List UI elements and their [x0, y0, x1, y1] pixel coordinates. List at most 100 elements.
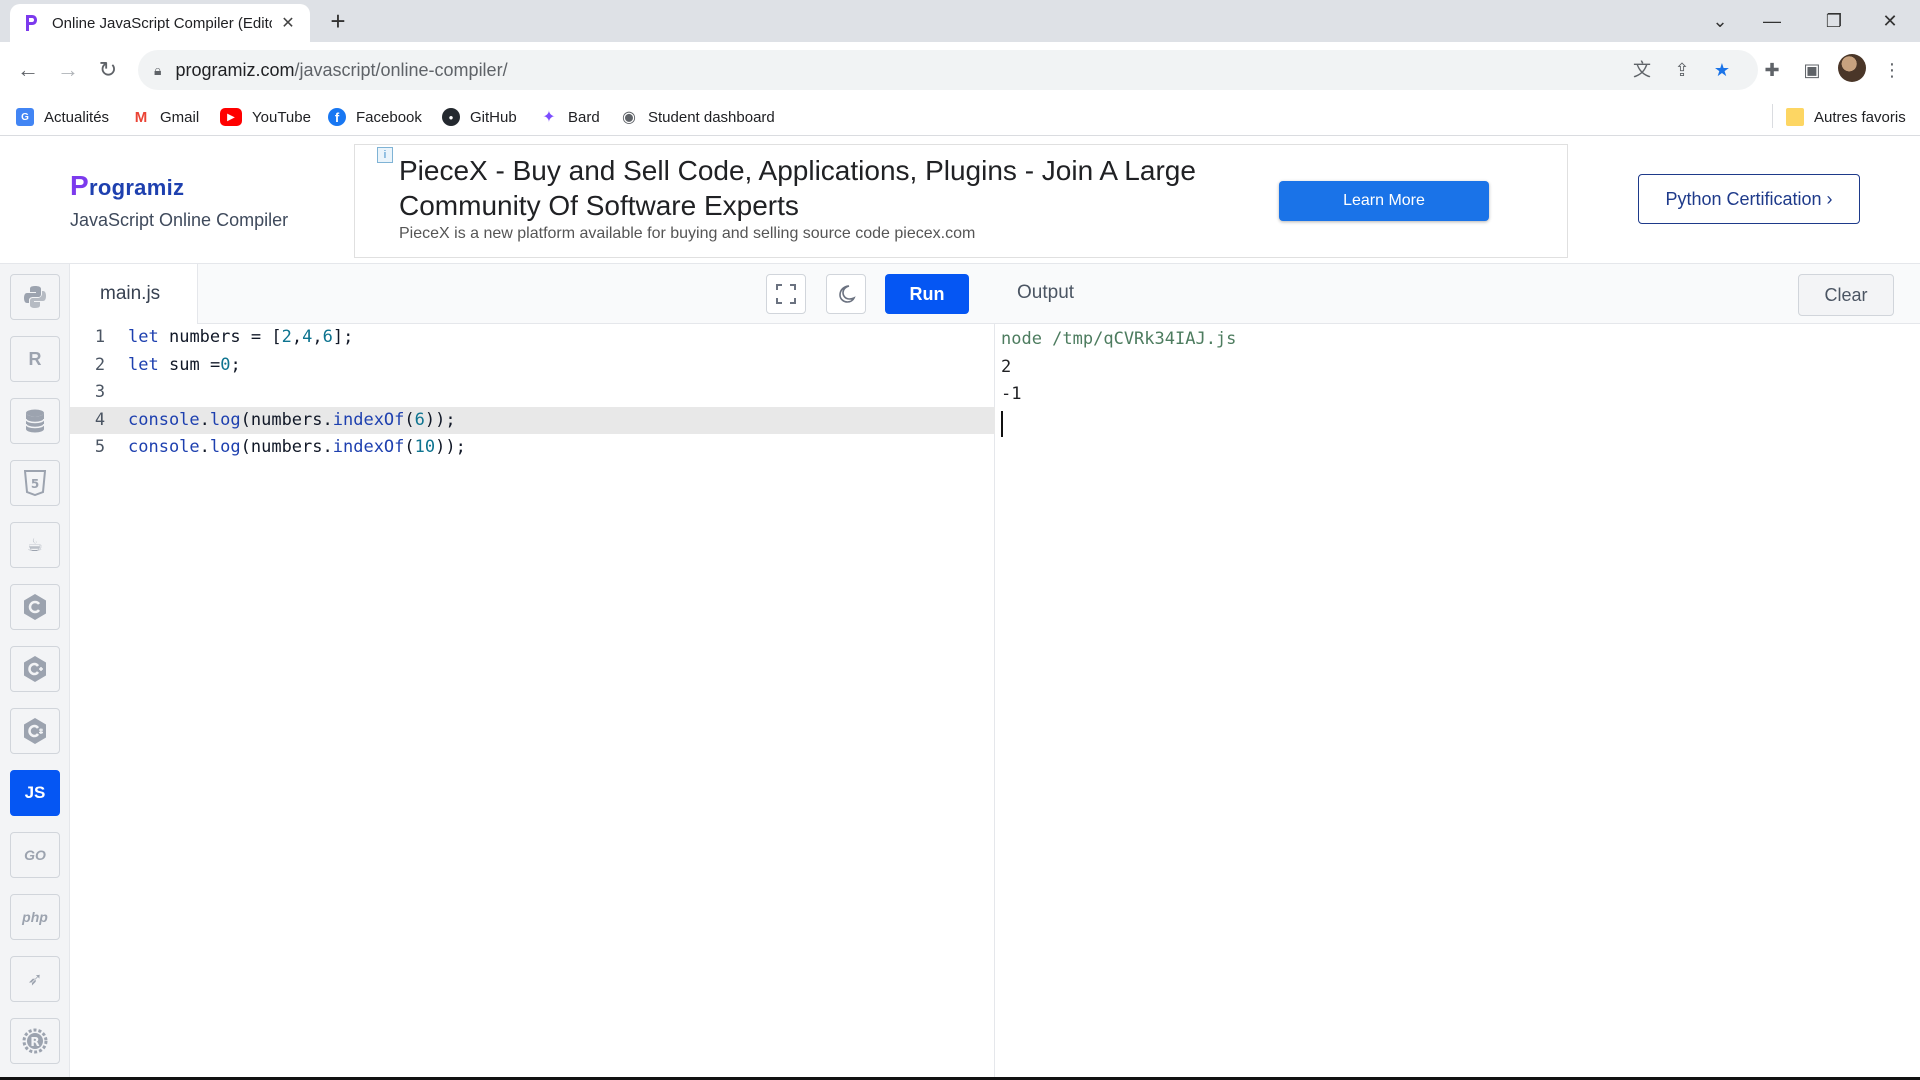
forward-arrow-icon[interactable]: → — [52, 54, 84, 86]
java-icon[interactable]: ☕ — [10, 522, 60, 568]
fullscreen-icon[interactable] — [766, 274, 806, 314]
folder-icon — [1786, 108, 1804, 126]
bookmark-label: Gmail — [160, 108, 200, 126]
php-icon[interactable]: php — [10, 894, 60, 940]
gmail-icon: M — [132, 108, 150, 126]
page-subtitle: JavaScript Online Compiler — [70, 210, 289, 230]
dark-mode-moon-icon[interactable] — [826, 274, 866, 314]
rust-icon[interactable]: R — [10, 1018, 60, 1064]
programiz-logo[interactable]: Programiz — [70, 170, 184, 202]
bookmark-student-dashboard[interactable]: ◉ Student dashboard — [620, 106, 775, 128]
svg-text:R: R — [30, 1035, 39, 1049]
ad-headline[interactable]: PieceX - Buy and Sell Code, Applications… — [399, 153, 1279, 223]
address-bar[interactable]: 🔒︎ programiz.com/javascript/online-compi… — [138, 50, 1758, 90]
browser-toolbar: ← → ↻ 🔒︎ programiz.com/javascript/online… — [0, 42, 1920, 98]
restore-button[interactable]: ❐ — [1814, 6, 1854, 36]
python-icon[interactable] — [10, 274, 60, 320]
site-header: Programiz JavaScript Online Compiler i P… — [0, 136, 1920, 264]
code-editor-pane: main.js Run 1 let numbers = [2,4,6]; 2 l… — [70, 264, 995, 1080]
close-window-button[interactable]: ✕ — [1870, 6, 1910, 36]
language-sidebar: R 5 ☕ JS GO php ➶ R — [0, 264, 70, 1080]
code-line-text: console.log(numbers.indexOf(10)); — [128, 437, 466, 457]
code-line[interactable]: 2 let sum =0; — [70, 352, 995, 380]
minimize-button[interactable]: — — [1752, 6, 1792, 36]
r-lang-icon[interactable]: R — [10, 336, 60, 382]
bookmark-youtube[interactable]: ▶ YouTube — [220, 106, 311, 128]
output-pane: Output Clear node /tmp/qCVRk34IAJ.js 2 -… — [995, 264, 1920, 1080]
tab-search-icon[interactable]: ⌄ — [1700, 6, 1740, 36]
side-panel-icon[interactable]: ▣ — [1796, 54, 1828, 86]
cpp-icon[interactable] — [10, 646, 60, 692]
url-text: programiz.com/javascript/online-compiler… — [175, 60, 507, 81]
extensions-puzzle-icon[interactable]: ✚ — [1756, 54, 1788, 86]
bard-icon: ✦ — [542, 109, 556, 126]
ad-info-icon[interactable]: i — [377, 147, 393, 163]
line-number: 3 — [94, 382, 106, 402]
code-area[interactable]: 1 let numbers = [2,4,6]; 2 let sum =0; 3… — [70, 324, 995, 462]
bookmark-other-folder[interactable]: Autres favoris — [1786, 106, 1906, 128]
javascript-icon[interactable]: JS — [10, 770, 60, 816]
bookmark-label: Bard — [568, 108, 600, 126]
github-icon: ● — [442, 108, 460, 126]
facebook-icon: f — [328, 108, 346, 126]
line-number: 1 — [94, 327, 106, 347]
csharp-icon[interactable] — [10, 708, 60, 754]
html5-icon[interactable]: 5 — [10, 460, 60, 506]
ad-banner[interactable]: i PieceX - Buy and Sell Code, Applicatio… — [354, 144, 1568, 258]
translate-icon[interactable]: 文 — [1626, 50, 1658, 90]
new-tab-button[interactable]: + — [324, 8, 352, 36]
line-number: 5 — [94, 437, 106, 457]
output-command-line: node /tmp/qCVRk34IAJ.js — [1001, 329, 1237, 349]
svg-text:5: 5 — [31, 477, 39, 491]
chrome-menu-icon[interactable]: ⋮ — [1876, 54, 1908, 86]
c-lang-icon[interactable] — [10, 584, 60, 630]
learn-more-button[interactable]: Learn More — [1279, 181, 1489, 221]
bookmark-label: Student dashboard — [648, 108, 775, 126]
code-line-text: let sum =0; — [128, 354, 241, 375]
bookmark-actualites[interactable]: G Actualités — [16, 106, 109, 128]
sql-database-icon[interactable] — [10, 398, 60, 444]
bookmark-github[interactable]: ● GitHub — [442, 106, 517, 128]
profile-avatar[interactable] — [1838, 54, 1866, 82]
bookmark-label: Actualités — [44, 108, 110, 126]
ad-description: PieceX is a new platform available for b… — [399, 225, 976, 242]
youtube-icon: ▶ — [220, 108, 242, 126]
browser-tab[interactable]: Online JavaScript Compiler (Edito ✕ — [10, 4, 310, 42]
bookmark-facebook[interactable]: f Facebook — [328, 106, 422, 128]
clear-button[interactable]: Clear — [1798, 274, 1894, 316]
back-arrow-icon[interactable]: ← — [12, 54, 44, 86]
run-button[interactable]: Run — [885, 274, 969, 314]
go-icon[interactable]: GO — [10, 832, 60, 878]
bookmark-gmail[interactable]: M Gmail — [132, 106, 199, 128]
line-number: 4 — [94, 409, 106, 430]
bookmark-label: YouTube — [252, 108, 311, 126]
globe-icon: ◉ — [622, 109, 636, 126]
bookmark-bard[interactable]: ✦ Bard — [540, 106, 600, 128]
bookmark-label: Autres favoris — [1814, 108, 1906, 126]
code-line[interactable]: 3 — [70, 379, 995, 407]
bookmark-label: GitHub — [470, 108, 517, 126]
reload-icon[interactable]: ↻ — [92, 54, 124, 86]
url-domain: programiz.com — [175, 59, 295, 80]
code-line[interactable]: 5 console.log(numbers.indexOf(10)); — [70, 434, 995, 462]
output-line: 2 — [1001, 356, 1012, 377]
text-cursor — [1001, 410, 1003, 437]
code-line[interactable]: 1 let numbers = [2,4,6]; — [70, 324, 995, 352]
output-title: Output — [1017, 282, 1075, 303]
logo-text: rogramiz — [88, 175, 185, 200]
tab-title: Online JavaScript Compiler (Edito — [52, 14, 272, 32]
share-icon[interactable]: ⇪ — [1666, 50, 1698, 90]
code-line-text: console.log(numbers.indexOf(6)); — [128, 409, 456, 430]
output-console[interactable]: node /tmp/qCVRk34IAJ.js 2 -1 — [1001, 326, 1236, 437]
bookmark-star-icon[interactable]: ★ — [1706, 50, 1738, 90]
bookmarks-bar: G Actualités M Gmail ▶ YouTube f Faceboo… — [0, 98, 1920, 136]
file-tab-main-js[interactable]: main.js — [70, 264, 198, 324]
swift-icon[interactable]: ➶ — [10, 956, 60, 1002]
code-line-active[interactable]: 4 console.log(numbers.indexOf(6)); — [70, 406, 995, 434]
programiz-favicon-icon — [22, 14, 40, 32]
bookmarks-divider — [1772, 104, 1773, 128]
python-certification-button[interactable]: Python Certification › — [1638, 174, 1860, 224]
tab-close-icon[interactable]: ✕ — [278, 13, 298, 33]
browser-tab-strip: Online JavaScript Compiler (Edito ✕ + ⌄ … — [0, 0, 1920, 42]
url-path: /javascript/online-compiler/ — [294, 59, 508, 80]
